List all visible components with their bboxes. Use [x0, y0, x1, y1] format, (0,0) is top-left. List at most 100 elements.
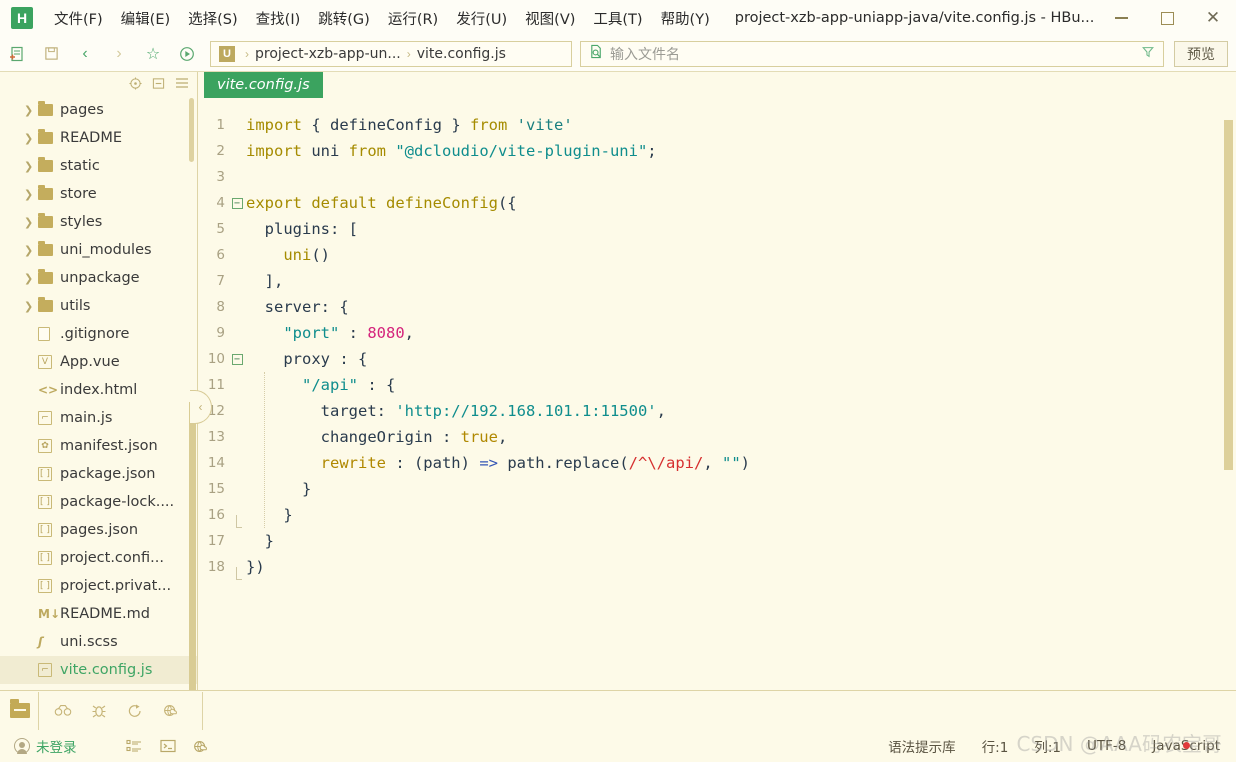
code-line[interactable]: 14 rewrite : (path) => path.replace(/^\/… [198, 450, 1236, 476]
tree-item-uni-modules[interactable]: ❯ uni_modules [0, 236, 197, 264]
filter-icon[interactable] [1141, 45, 1155, 62]
locate-file-icon[interactable] [129, 76, 142, 92]
breadcrumb-project[interactable]: project-xzb-app-un... [255, 46, 401, 62]
code-content[interactable]: 1 import { defineConfig } from 'vite' 2 imp… [198, 112, 1236, 690]
tree-item-package-lock-[interactable]: ❯[ ]package-lock.... [0, 488, 197, 516]
login-status-label[interactable]: 未登录 [36, 736, 77, 756]
chevron-right-icon[interactable]: ❯ [24, 188, 38, 201]
preview-button[interactable]: 预览 [1174, 40, 1228, 67]
menu-publish[interactable]: 发行(U) [447, 2, 516, 35]
tree-item-index-html[interactable]: ❯<>index.html [0, 376, 197, 404]
tree-item-readme[interactable]: ❯ README [0, 124, 197, 152]
outline-icon[interactable] [117, 734, 151, 758]
tree-item-manifest-json[interactable]: ❯✿manifest.json [0, 432, 197, 460]
menu-icon[interactable] [175, 77, 189, 91]
code-line[interactable]: 18}) [198, 554, 1236, 580]
code-line[interactable]: 4− export default defineConfig({ [198, 190, 1236, 216]
file-search-icon [589, 44, 604, 64]
encoding-label[interactable]: UTF-8 [1087, 738, 1126, 754]
tree-item-label: uni_modules [60, 242, 152, 258]
browser-icon[interactable] [185, 734, 219, 758]
code-line[interactable]: 13 changeOrigin : true, [198, 424, 1236, 450]
new-file-icon[interactable] [0, 39, 34, 69]
tree-item-pages[interactable]: ❯ pages [0, 96, 197, 124]
minimize-icon[interactable] [1098, 0, 1144, 36]
breadcrumb-file[interactable]: vite.config.js [417, 46, 506, 62]
run-icon[interactable] [170, 39, 204, 69]
chevron-right-icon[interactable]: ❯ [24, 244, 38, 257]
menu-file[interactable]: 文件(F) [45, 2, 112, 35]
sidebar-collapse-handle[interactable]: ‹ [190, 390, 214, 426]
code-line[interactable]: 7 ], [198, 268, 1236, 294]
tree-item--gitignore[interactable]: ❯.gitignore [0, 320, 197, 348]
terminal-icon[interactable] [151, 734, 185, 758]
code-line[interactable]: 2 import uni from "@dcloudio/vite-plugin-… [198, 138, 1236, 164]
code-line[interactable]: 17 } [198, 528, 1236, 554]
code-line[interactable]: 5 plugins: [ [198, 216, 1236, 242]
menu-view[interactable]: 视图(V) [516, 2, 584, 35]
chevron-right-icon[interactable]: ❯ [24, 132, 38, 145]
code-line[interactable]: 10− proxy : { [198, 346, 1236, 372]
chevron-right-icon[interactable]: ❯ [24, 300, 38, 313]
tree-item-store[interactable]: ❯ store [0, 180, 197, 208]
search-panel-icon[interactable] [45, 694, 81, 728]
code-line[interactable]: 11 "/api" : { [198, 372, 1236, 398]
tree-item-vite-config-js[interactable]: ❯⌐vite.config.js [0, 656, 197, 684]
tree-item-styles[interactable]: ❯ styles [0, 208, 197, 236]
save-icon[interactable] [34, 39, 68, 69]
login-status[interactable]: 未登录 [14, 736, 77, 756]
chevron-right-icon[interactable]: ❯ [24, 216, 38, 229]
sidebar-scrollbar-thumb[interactable] [189, 402, 196, 702]
tree-item-utils[interactable]: ❯ utils [0, 292, 197, 320]
terminal-panel-icon[interactable] [117, 694, 153, 728]
editor-scrollbar-thumb[interactable] [1224, 120, 1233, 470]
tree-item-unpackage[interactable]: ❯ unpackage [0, 264, 197, 292]
menu-edit[interactable]: 编辑(E) [112, 2, 179, 35]
tree-item-app-vue[interactable]: ❯VApp.vue [0, 348, 197, 376]
editor-tab-vite-config[interactable]: vite.config.js [204, 72, 323, 98]
syntax-hint-label[interactable]: 语法提示库 [888, 736, 956, 756]
tree-item-project-privat-[interactable]: ❯[ ]project.privat... [0, 572, 197, 600]
chevron-right-icon[interactable]: ❯ [24, 160, 38, 173]
menu-goto[interactable]: 跳转(G) [309, 2, 379, 35]
menu-help[interactable]: 帮助(Y) [652, 2, 719, 35]
tree-item-label: main.js [60, 410, 113, 426]
code-line[interactable]: 1 import { defineConfig } from 'vite' [198, 112, 1236, 138]
code-line[interactable]: 3 [198, 164, 1236, 190]
tree-item-label: pages [60, 102, 104, 118]
collapse-all-icon[interactable] [152, 77, 165, 92]
project-panel-icon[interactable] [2, 692, 38, 730]
tree-item-readme-md[interactable]: ❯M↓README.md [0, 600, 197, 628]
menu-tools[interactable]: 工具(T) [584, 2, 651, 35]
menu-select[interactable]: 选择(S) [179, 2, 247, 35]
code-line[interactable]: 8 server: { [198, 294, 1236, 320]
breadcrumb[interactable]: U › project-xzb-app-un... › vite.config.… [210, 40, 572, 67]
file-search-input[interactable]: 输入文件名 [610, 44, 680, 64]
tree-item-main-js[interactable]: ❯⌐main.js [0, 404, 197, 432]
debug-panel-icon[interactable] [81, 694, 117, 728]
tree-item-uni-scss[interactable]: ❯ʃuni.scss [0, 628, 197, 656]
code-line[interactable]: 15 } [198, 476, 1236, 502]
code-line[interactable]: 16 } [198, 502, 1236, 528]
fold-toggle-icon[interactable]: − [228, 197, 246, 209]
browser-panel-icon[interactable] [153, 694, 189, 728]
chevron-right-icon[interactable]: ❯ [24, 272, 38, 285]
code-line[interactable]: 12 target: 'http://192.168.101.1:11500', [198, 398, 1236, 424]
sidebar-scrollbar-thumb-top[interactable] [189, 98, 194, 162]
maximize-icon[interactable] [1144, 0, 1190, 36]
forward-icon[interactable]: › [102, 39, 136, 69]
code-line[interactable]: 6 uni() [198, 242, 1236, 268]
fold-toggle-icon[interactable]: − [228, 353, 246, 365]
file-search-box[interactable]: 输入文件名 [580, 40, 1164, 67]
back-icon[interactable]: ‹ [68, 39, 102, 69]
tree-item-pages-json[interactable]: ❯[ ]pages.json [0, 516, 197, 544]
code-line[interactable]: 9 "port" : 8080, [198, 320, 1236, 346]
close-icon[interactable]: ✕ [1190, 0, 1236, 36]
favorite-icon[interactable]: ☆ [136, 39, 170, 69]
tree-item-package-json[interactable]: ❯[ ]package.json [0, 460, 197, 488]
tree-item-static[interactable]: ❯ static [0, 152, 197, 180]
menu-find[interactable]: 查找(I) [247, 2, 310, 35]
tree-item-project-confi-[interactable]: ❯[ ]project.confi... [0, 544, 197, 572]
chevron-right-icon[interactable]: ❯ [24, 104, 38, 117]
menu-run[interactable]: 运行(R) [379, 2, 447, 35]
